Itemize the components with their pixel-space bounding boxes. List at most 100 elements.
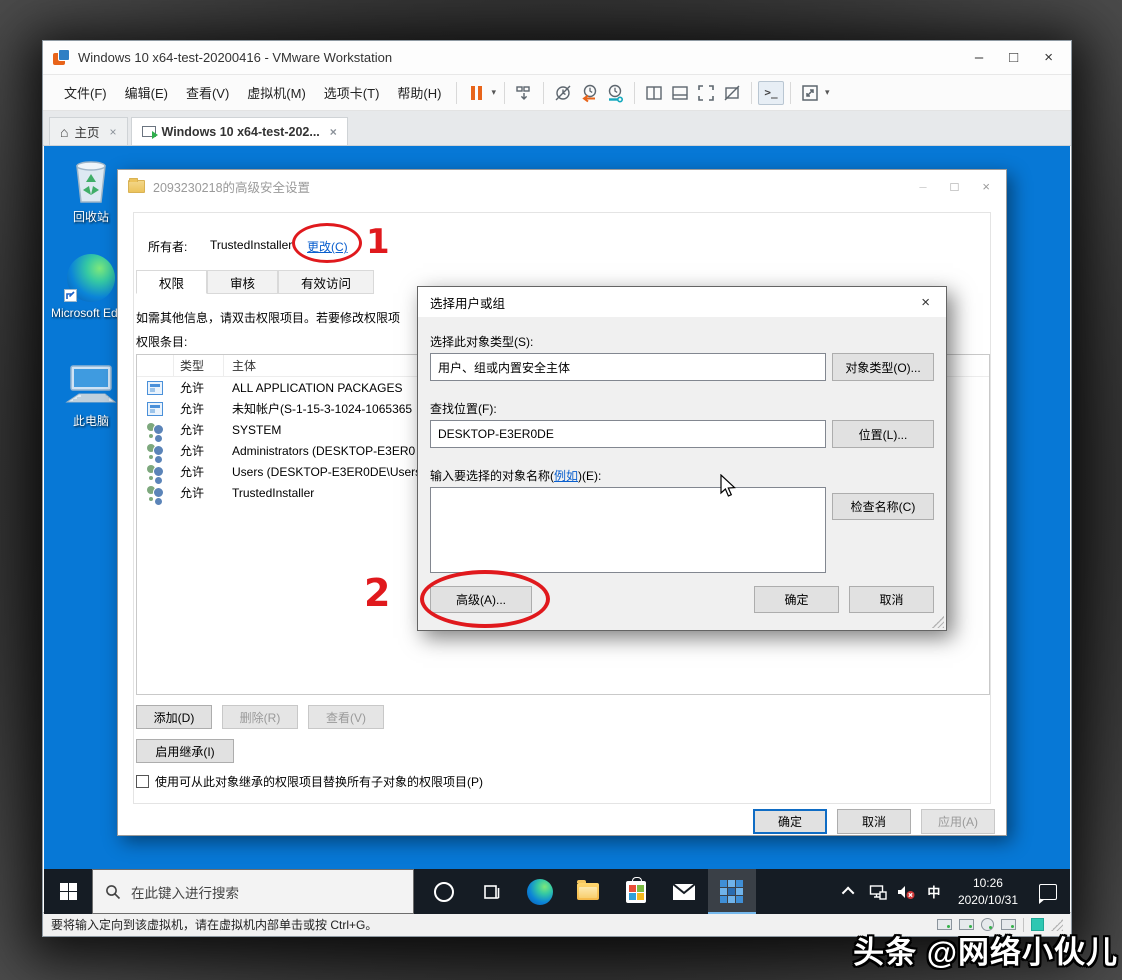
adv-close-button[interactable]: ×	[982, 179, 990, 194]
annotation-circle-2	[420, 570, 550, 628]
sel-close-button[interactable]: ×	[917, 294, 934, 311]
menu-edit[interactable]: 编辑(E)	[116, 78, 177, 107]
adv-maximize-button[interactable]: □	[951, 179, 959, 194]
tray-network-button[interactable]	[866, 869, 890, 914]
annotation-circle-1	[292, 223, 362, 263]
status-message: 要将输入定向到该虚拟机，请在虚拟机内部单击或按 Ctrl+G。	[51, 916, 377, 933]
tray-volume-button[interactable]	[894, 869, 918, 914]
screenshot-stage: Windows 10 x64-test-20200416 - VMware Wo…	[0, 0, 1122, 980]
tab-effective-access[interactable]: 有效访问	[278, 270, 374, 294]
taskbar-search-box[interactable]: 在此键入进行搜索	[92, 869, 414, 914]
toolbar-separator	[543, 82, 544, 104]
action-center-icon	[1039, 884, 1057, 900]
remove-button[interactable]: 删除(R)	[222, 705, 298, 729]
enable-inheritance-button[interactable]: 启用继承(I)	[136, 739, 234, 763]
chevron-up-icon	[842, 887, 855, 900]
power-pause-button[interactable]	[463, 81, 489, 105]
task-view-button[interactable]	[468, 869, 516, 914]
adv-apply-button[interactable]: 应用(A)	[921, 809, 995, 834]
taskbar-explorer-button[interactable]	[564, 869, 612, 914]
resize-grip[interactable]	[932, 616, 944, 628]
tray-chevron-button[interactable]	[838, 869, 862, 914]
sel-cancel-button[interactable]: 取消	[849, 586, 934, 613]
adv-ok-button[interactable]: 确定	[753, 809, 827, 834]
entries-label: 权限条目:	[136, 333, 187, 350]
examples-link[interactable]: 例如	[554, 469, 578, 483]
replace-permissions-row: 使用可从此对象继承的权限项目替换所有子对象的权限项目(P)	[136, 773, 483, 790]
tab-permissions[interactable]: 权限	[136, 270, 207, 294]
tab-close-icon[interactable]: ×	[109, 125, 116, 139]
tray-clock[interactable]: 10:26 2020/10/31	[950, 875, 1026, 907]
send-ctrl-alt-del-icon[interactable]	[511, 81, 537, 105]
clock-time: 10:26	[958, 875, 1018, 891]
users-group-icon	[146, 485, 164, 500]
fit-caret-icon[interactable]: ▾	[825, 87, 830, 98]
app-package-icon	[147, 402, 163, 416]
taskbar-active-app-button[interactable]	[708, 869, 756, 914]
adv-dialog-titlebar: 2093230218的高级安全设置 – □ ×	[118, 170, 1006, 202]
taskbar-mail-button[interactable]	[660, 869, 708, 914]
adv-minimize-button[interactable]: –	[919, 179, 926, 194]
shortcut-arrow-icon	[64, 289, 77, 302]
locations-button[interactable]: 位置(L)...	[832, 420, 934, 448]
tab-close-icon[interactable]: ×	[330, 125, 337, 139]
toolbar-separator	[634, 82, 635, 104]
network-icon	[869, 884, 887, 900]
microsoft-store-icon	[626, 881, 646, 903]
taskbar-store-button[interactable]	[612, 869, 660, 914]
menu-tabs[interactable]: 选项卡(T)	[315, 78, 389, 107]
sel-ok-button[interactable]: 确定	[754, 586, 839, 613]
show-console-pane-icon[interactable]	[667, 81, 693, 105]
vmware-tabbar: ⌂ 主页 × Windows 10 x64-test-202... ×	[43, 111, 1071, 146]
ime-indicator[interactable]: 中	[922, 869, 946, 914]
window-title: Windows 10 x64-test-20200416 - VMware Wo…	[78, 50, 392, 65]
sel-dialog-title: 选择用户或组	[430, 293, 505, 312]
toolbar-separator	[790, 82, 791, 104]
vmware-titlebar: Windows 10 x64-test-20200416 - VMware Wo…	[43, 41, 1071, 75]
users-group-icon	[146, 443, 164, 458]
cortana-button[interactable]	[420, 869, 468, 914]
action-center-button[interactable]	[1030, 869, 1066, 914]
menu-view[interactable]: 查看(V)	[177, 78, 238, 107]
menu-vm[interactable]: 虚拟机(M)	[238, 78, 315, 107]
column-type[interactable]: 类型	[173, 355, 223, 376]
file-explorer-icon	[577, 883, 599, 900]
home-icon: ⌂	[60, 124, 68, 140]
show-sidebar-icon[interactable]	[641, 81, 667, 105]
fit-guest-icon[interactable]	[797, 81, 823, 105]
unity-mode-icon[interactable]	[719, 81, 745, 105]
speaker-muted-icon	[896, 884, 916, 900]
replace-permissions-checkbox[interactable]	[136, 775, 149, 788]
tab-auditing[interactable]: 审核	[207, 270, 278, 294]
search-placeholder: 在此键入进行搜索	[131, 882, 239, 902]
view-button[interactable]: 查看(V)	[308, 705, 384, 729]
sel-dialog-titlebar: 选择用户或组 ×	[418, 287, 946, 317]
tab-home[interactable]: ⌂ 主页 ×	[49, 117, 128, 145]
fullscreen-icon[interactable]	[693, 81, 719, 105]
check-names-button[interactable]: 检查名称(C)	[832, 493, 934, 520]
object-type-field[interactable]: 用户、组或内置安全主体	[430, 353, 826, 381]
maximize-button[interactable]: □	[1009, 50, 1018, 65]
open-console-icon[interactable]: >_	[758, 81, 784, 105]
taskbar-edge-button[interactable]	[516, 869, 564, 914]
take-snapshot-icon[interactable]	[550, 81, 576, 105]
tab-vm[interactable]: Windows 10 x64-test-202... ×	[131, 117, 348, 145]
location-field[interactable]: DESKTOP-E3ER0DE	[430, 420, 826, 448]
adv-cancel-button[interactable]: 取消	[837, 809, 911, 834]
start-button[interactable]	[44, 869, 92, 914]
menu-help[interactable]: 帮助(H)	[388, 78, 450, 107]
add-button[interactable]: 添加(D)	[136, 705, 212, 729]
object-names-label: 输入要选择的对象名称(例如)(E):	[430, 467, 601, 484]
toolbar-separator	[504, 82, 505, 104]
object-names-input[interactable]	[430, 487, 826, 573]
snapshot-manager-icon[interactable]	[602, 81, 628, 105]
minimize-button[interactable]: –	[975, 50, 983, 65]
object-types-button[interactable]: 对象类型(O)...	[832, 353, 934, 381]
menu-file[interactable]: 文件(F)	[55, 78, 116, 107]
close-button[interactable]: ×	[1044, 50, 1053, 65]
folder-icon	[128, 180, 145, 193]
power-caret-icon[interactable]: ▾	[491, 87, 496, 98]
info-text: 如需其他信息，请双击权限项目。若要修改权限项	[136, 309, 400, 326]
owner-value: TrustedInstaller	[210, 238, 292, 252]
revert-snapshot-icon[interactable]	[576, 81, 602, 105]
